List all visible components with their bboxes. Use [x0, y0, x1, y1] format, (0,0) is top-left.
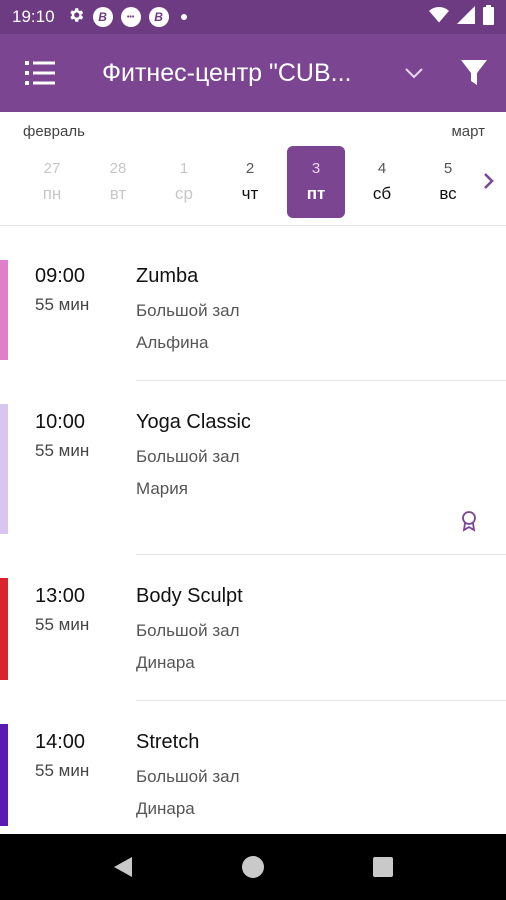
day-item-selected[interactable]: 3 пт	[287, 146, 345, 218]
month-label-left: февраль	[23, 123, 85, 140]
menu-button[interactable]	[0, 34, 80, 112]
class-trainer: Динара	[136, 799, 195, 818]
battery-icon	[483, 4, 494, 30]
class-time: 13:00	[35, 585, 86, 607]
month-label-right: март	[451, 123, 485, 140]
class-item[interactable]: 10:00 55 мин Yoga Classic Большой зал Ма…	[0, 404, 506, 536]
day-number: 3	[311, 160, 321, 177]
class-name: Zumba	[136, 265, 199, 287]
list-divider	[136, 700, 506, 701]
day-item[interactable]: 28 вт	[89, 146, 147, 218]
class-item[interactable]: 14:00 55 мин Stretch Большой зал Динара	[0, 724, 506, 834]
day-number: 27	[43, 160, 61, 177]
day-weekday: ср	[175, 184, 193, 203]
divider	[0, 225, 506, 226]
settings-icon	[67, 6, 85, 29]
class-room: Большой зал	[136, 767, 240, 786]
class-name: Yoga Classic	[136, 411, 251, 433]
wifi-icon	[429, 6, 449, 29]
back-button[interactable]	[58, 834, 188, 900]
app-bar: Фитнес-центр "CUB...	[0, 34, 506, 112]
day-number: 2	[245, 160, 255, 177]
day-number: 1	[179, 160, 189, 177]
class-room: Большой зал	[136, 447, 240, 466]
club-title[interactable]: Фитнес-центр "CUB...	[102, 59, 392, 88]
club-dropdown-button[interactable]	[394, 34, 434, 112]
day-weekday: вс	[439, 184, 457, 203]
filter-icon	[461, 60, 487, 85]
class-duration: 55 мин	[35, 761, 90, 780]
list-divider	[136, 380, 506, 381]
day-weekday: пт	[306, 184, 326, 203]
day-item[interactable]: 1 ср	[155, 146, 213, 218]
next-days-button[interactable]	[476, 166, 502, 196]
list-divider	[136, 554, 506, 555]
class-color-bar	[0, 260, 8, 360]
day-weekday: сб	[372, 184, 392, 203]
day-weekday: чт	[241, 184, 259, 203]
class-item[interactable]: 09:00 55 мин Zumba Большой зал Альфина	[0, 258, 506, 362]
vk-notification-icon: В	[92, 7, 113, 27]
class-color-bar	[0, 578, 8, 680]
day-weekday: вт	[109, 184, 127, 203]
home-icon	[242, 856, 264, 878]
filter-button[interactable]	[446, 34, 502, 112]
class-color-bar	[0, 404, 8, 534]
signal-icon	[457, 5, 475, 29]
class-trainer: Альфина	[136, 333, 209, 352]
class-time: 14:00	[35, 731, 86, 753]
class-time: 09:00	[35, 265, 86, 287]
back-icon	[114, 857, 132, 877]
class-duration: 55 мин	[35, 295, 90, 314]
class-item[interactable]: 13:00 55 мин Body Sculpt Большой зал Дин…	[0, 578, 506, 682]
status-time: 19:10	[12, 7, 55, 26]
recents-button[interactable]	[318, 834, 448, 900]
chevron-down-icon	[405, 68, 423, 79]
day-item[interactable]: 5 вс	[419, 146, 477, 218]
system-nav-bar	[0, 834, 506, 900]
class-color-bar	[0, 724, 8, 826]
class-time: 10:00	[35, 411, 86, 433]
dot-icon	[180, 14, 187, 20]
award-icon	[460, 510, 478, 532]
recents-icon	[373, 857, 393, 877]
class-trainer: Динара	[136, 653, 195, 672]
day-number: 5	[443, 160, 453, 177]
class-trainer: Мария	[136, 479, 188, 498]
class-room: Большой зал	[136, 621, 240, 640]
day-item[interactable]: 27 пн	[23, 146, 81, 218]
day-weekday: пн	[42, 184, 62, 203]
menu-icon	[25, 61, 55, 85]
class-name: Stretch	[136, 731, 200, 753]
vk-notification-icon: В	[148, 7, 169, 27]
home-button[interactable]	[188, 834, 318, 900]
class-room: Большой зал	[136, 301, 240, 320]
status-bar: 19:10 В ••• В	[0, 0, 506, 34]
class-duration: 55 мин	[35, 615, 90, 634]
other-notification-icon: •••	[120, 7, 141, 27]
notification-icons: В ••• В	[67, 6, 187, 29]
class-name: Body Sculpt	[136, 585, 243, 607]
chevron-right-icon	[484, 173, 494, 189]
day-number: 28	[109, 160, 127, 177]
day-item[interactable]: 2 чт	[221, 146, 279, 218]
class-duration: 55 мин	[35, 441, 90, 460]
day-item[interactable]: 4 сб	[353, 146, 411, 218]
day-strip: 27 пн 28 вт 1 ср 2 чт 3 пт 4 сб 5 вс	[23, 146, 485, 218]
day-number: 4	[377, 160, 387, 177]
